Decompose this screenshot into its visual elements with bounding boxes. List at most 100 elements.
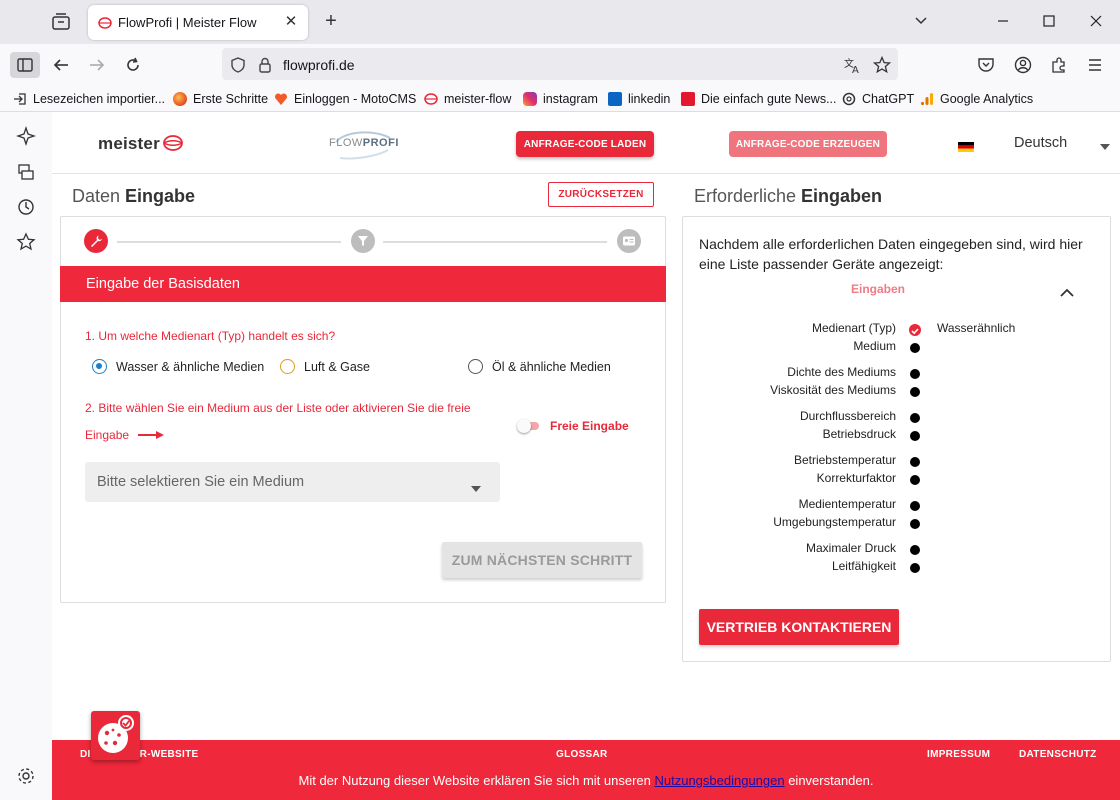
site-header: meister FLOWPROFI ANFRAGE-CODE LADEN ANF… — [52, 112, 1120, 174]
menu-icon[interactable] — [1081, 52, 1109, 78]
forward-arrow-icon[interactable] — [83, 52, 111, 78]
radio-air-gases[interactable]: Luft & Gase — [280, 359, 370, 374]
bookmark-motocms[interactable]: Einloggen - MotoCMS — [274, 90, 416, 108]
title-part-bold: Eingaben — [801, 186, 883, 206]
generate-request-code-button[interactable]: ANFRAGE-CODE ERZEUGEN — [729, 131, 887, 157]
url-bar[interactable]: flowprofi.de 文A — [222, 48, 898, 80]
ai-sparkle-icon[interactable] — [15, 125, 37, 147]
new-tab-icon[interactable]: + — [320, 11, 342, 33]
next-step-button[interactable]: ZUM NÄCHSTEN SCHRITT — [442, 542, 642, 578]
language-select[interactable]: Deutsch — [1014, 135, 1067, 151]
contact-sales-button[interactable]: VERTRIEB KONTAKTIEREN — [699, 609, 899, 645]
minimize-icon[interactable] — [992, 10, 1014, 32]
tab-bar: FlowProfi | Meister Flow ✕ + — [0, 0, 1120, 44]
requirement-row: Durchflussbereich — [683, 409, 1112, 427]
consent-text-after: einverstanden. — [784, 773, 874, 788]
requirement-row: Korrekturfaktor — [683, 471, 1112, 489]
terms-link[interactable]: Nutzungsbedingungen — [654, 773, 784, 788]
translate-icon[interactable]: 文A — [844, 56, 862, 76]
bookmark-label: Einloggen - MotoCMS — [294, 92, 417, 106]
chevron-up-icon[interactable] — [1060, 284, 1074, 297]
footer-link-datenschutz[interactable]: DATENSCHUTZ — [1019, 749, 1097, 760]
sidebar-settings-icon[interactable] — [16, 766, 36, 786]
shield-icon[interactable] — [229, 56, 247, 74]
meister-favicon-icon — [424, 92, 438, 106]
bookmark-import[interactable]: Lesezeichen importier... — [13, 90, 165, 108]
maximize-icon[interactable] — [1038, 10, 1060, 32]
question-medium-line1: 2. Bitte wählen Sie ein Medium aus der L… — [85, 401, 471, 415]
question-medium-word: Eingabe — [85, 428, 130, 442]
step-3-contact-card-icon[interactable] — [617, 229, 641, 253]
requirement-pending-dot-icon — [910, 501, 920, 511]
title-part: Erforderliche — [694, 186, 802, 206]
basic-data-header: Eingabe der Basisdaten — [60, 266, 666, 302]
inputs-accordion-title[interactable]: Eingaben — [851, 282, 905, 296]
bookmark-label: Die einfach gute News... — [701, 92, 837, 106]
requirement-label: Betriebstemperatur — [793, 453, 896, 467]
bookmark-erste-schritte[interactable]: Erste Schritte — [173, 90, 268, 108]
bookmark-linkedin[interactable]: linkedin — [608, 90, 670, 108]
bookmark-google-analytics[interactable]: Google Analytics — [920, 90, 1033, 108]
meister-logo-text: meister — [98, 134, 160, 153]
load-request-code-button[interactable]: ANFRAGE-CODE LADEN — [516, 131, 654, 157]
footer-link-impressum[interactable]: IMPRESSUM — [927, 749, 990, 760]
requirement-row: Medienart (Typ) Wasserähnlich — [683, 321, 1112, 339]
news-icon — [681, 92, 695, 106]
bookmark-label: linkedin — [628, 92, 671, 106]
chevron-down-icon[interactable] — [1099, 138, 1111, 150]
free-input-toggle[interactable] — [517, 419, 541, 433]
bookmark-instagram[interactable]: instagram — [523, 90, 598, 108]
back-arrow-icon[interactable] — [47, 52, 75, 78]
requirement-pending-dot-icon — [910, 457, 920, 467]
flowprofi-logo[interactable]: FLOWPROFI — [328, 130, 398, 160]
svg-text:A: A — [852, 65, 859, 74]
requirement-pending-dot-icon — [910, 545, 920, 555]
radio-unselected-icon — [468, 359, 483, 374]
tab-close-icon[interactable]: ✕ — [282, 13, 300, 31]
flow-logo-text-b: PROFI — [362, 137, 399, 149]
radio-oil-media[interactable]: Öl & ähnliche Medien — [468, 359, 611, 374]
arrow-right-icon — [138, 429, 165, 443]
requirement-pending-dot-icon — [910, 343, 920, 353]
step-2-filter-icon[interactable] — [351, 229, 375, 253]
medium-select[interactable]: Bitte selektieren Sie ein Medium — [85, 462, 500, 502]
requirement-row: Umgebungstemperatur — [683, 515, 1112, 533]
close-window-icon[interactable] — [1085, 10, 1107, 32]
bookmark-star-icon[interactable] — [872, 55, 892, 74]
cookie-settings-icon[interactable] — [91, 711, 140, 760]
chatgpt-icon — [842, 92, 856, 106]
radio-selected-icon — [92, 359, 107, 374]
bookmark-label: Google Analytics — [940, 92, 1034, 106]
question-medium-line2: Eingabe — [85, 428, 165, 443]
step-1-wrench-icon[interactable] — [84, 229, 108, 253]
bookmark-news[interactable]: Die einfach gute News... — [681, 90, 837, 108]
reset-button[interactable]: ZURÜCKSETZEN — [548, 182, 654, 207]
lock-icon[interactable] — [256, 56, 274, 74]
requirement-row: Viskosität des Mediums — [683, 383, 1112, 401]
tab-list-icon[interactable] — [50, 12, 72, 32]
extensions-icon[interactable] — [1045, 52, 1073, 78]
requirement-label: Dichte des Mediums — [787, 365, 896, 379]
synced-tabs-icon[interactable] — [16, 162, 36, 182]
bookmarks-star-icon[interactable] — [16, 232, 36, 252]
meister-logo[interactable]: meister — [98, 134, 184, 154]
bookmark-label: ChatGPT — [862, 92, 915, 106]
pocket-icon[interactable] — [972, 52, 1000, 78]
bookmark-chatgpt[interactable]: ChatGPT — [842, 90, 914, 108]
data-input-title: Daten Eingabe — [72, 186, 195, 207]
requirement-label: Umgebungstemperatur — [773, 515, 896, 529]
firefox-icon — [173, 92, 187, 106]
list-all-tabs-icon[interactable] — [910, 10, 932, 32]
requirement-row: Medientemperatur — [683, 497, 1112, 515]
radio-label: Öl & ähnliche Medien — [492, 359, 611, 374]
history-clock-icon[interactable] — [16, 197, 36, 217]
radio-water-media[interactable]: Wasser & ähnliche Medien — [92, 359, 264, 374]
account-icon[interactable] — [1009, 52, 1037, 78]
bookmark-meister-flow[interactable]: meister-flow — [424, 90, 511, 108]
browser-tab[interactable]: FlowProfi | Meister Flow ✕ — [88, 5, 308, 40]
sidebar-toggle-icon[interactable] — [10, 52, 40, 78]
footer-link-glossar[interactable]: GLOSSAR — [556, 749, 608, 760]
consent-text: Mit der Nutzung dieser Website erklären … — [52, 773, 1120, 788]
reload-icon[interactable] — [119, 52, 147, 78]
requirement-pending-dot-icon — [910, 431, 920, 441]
